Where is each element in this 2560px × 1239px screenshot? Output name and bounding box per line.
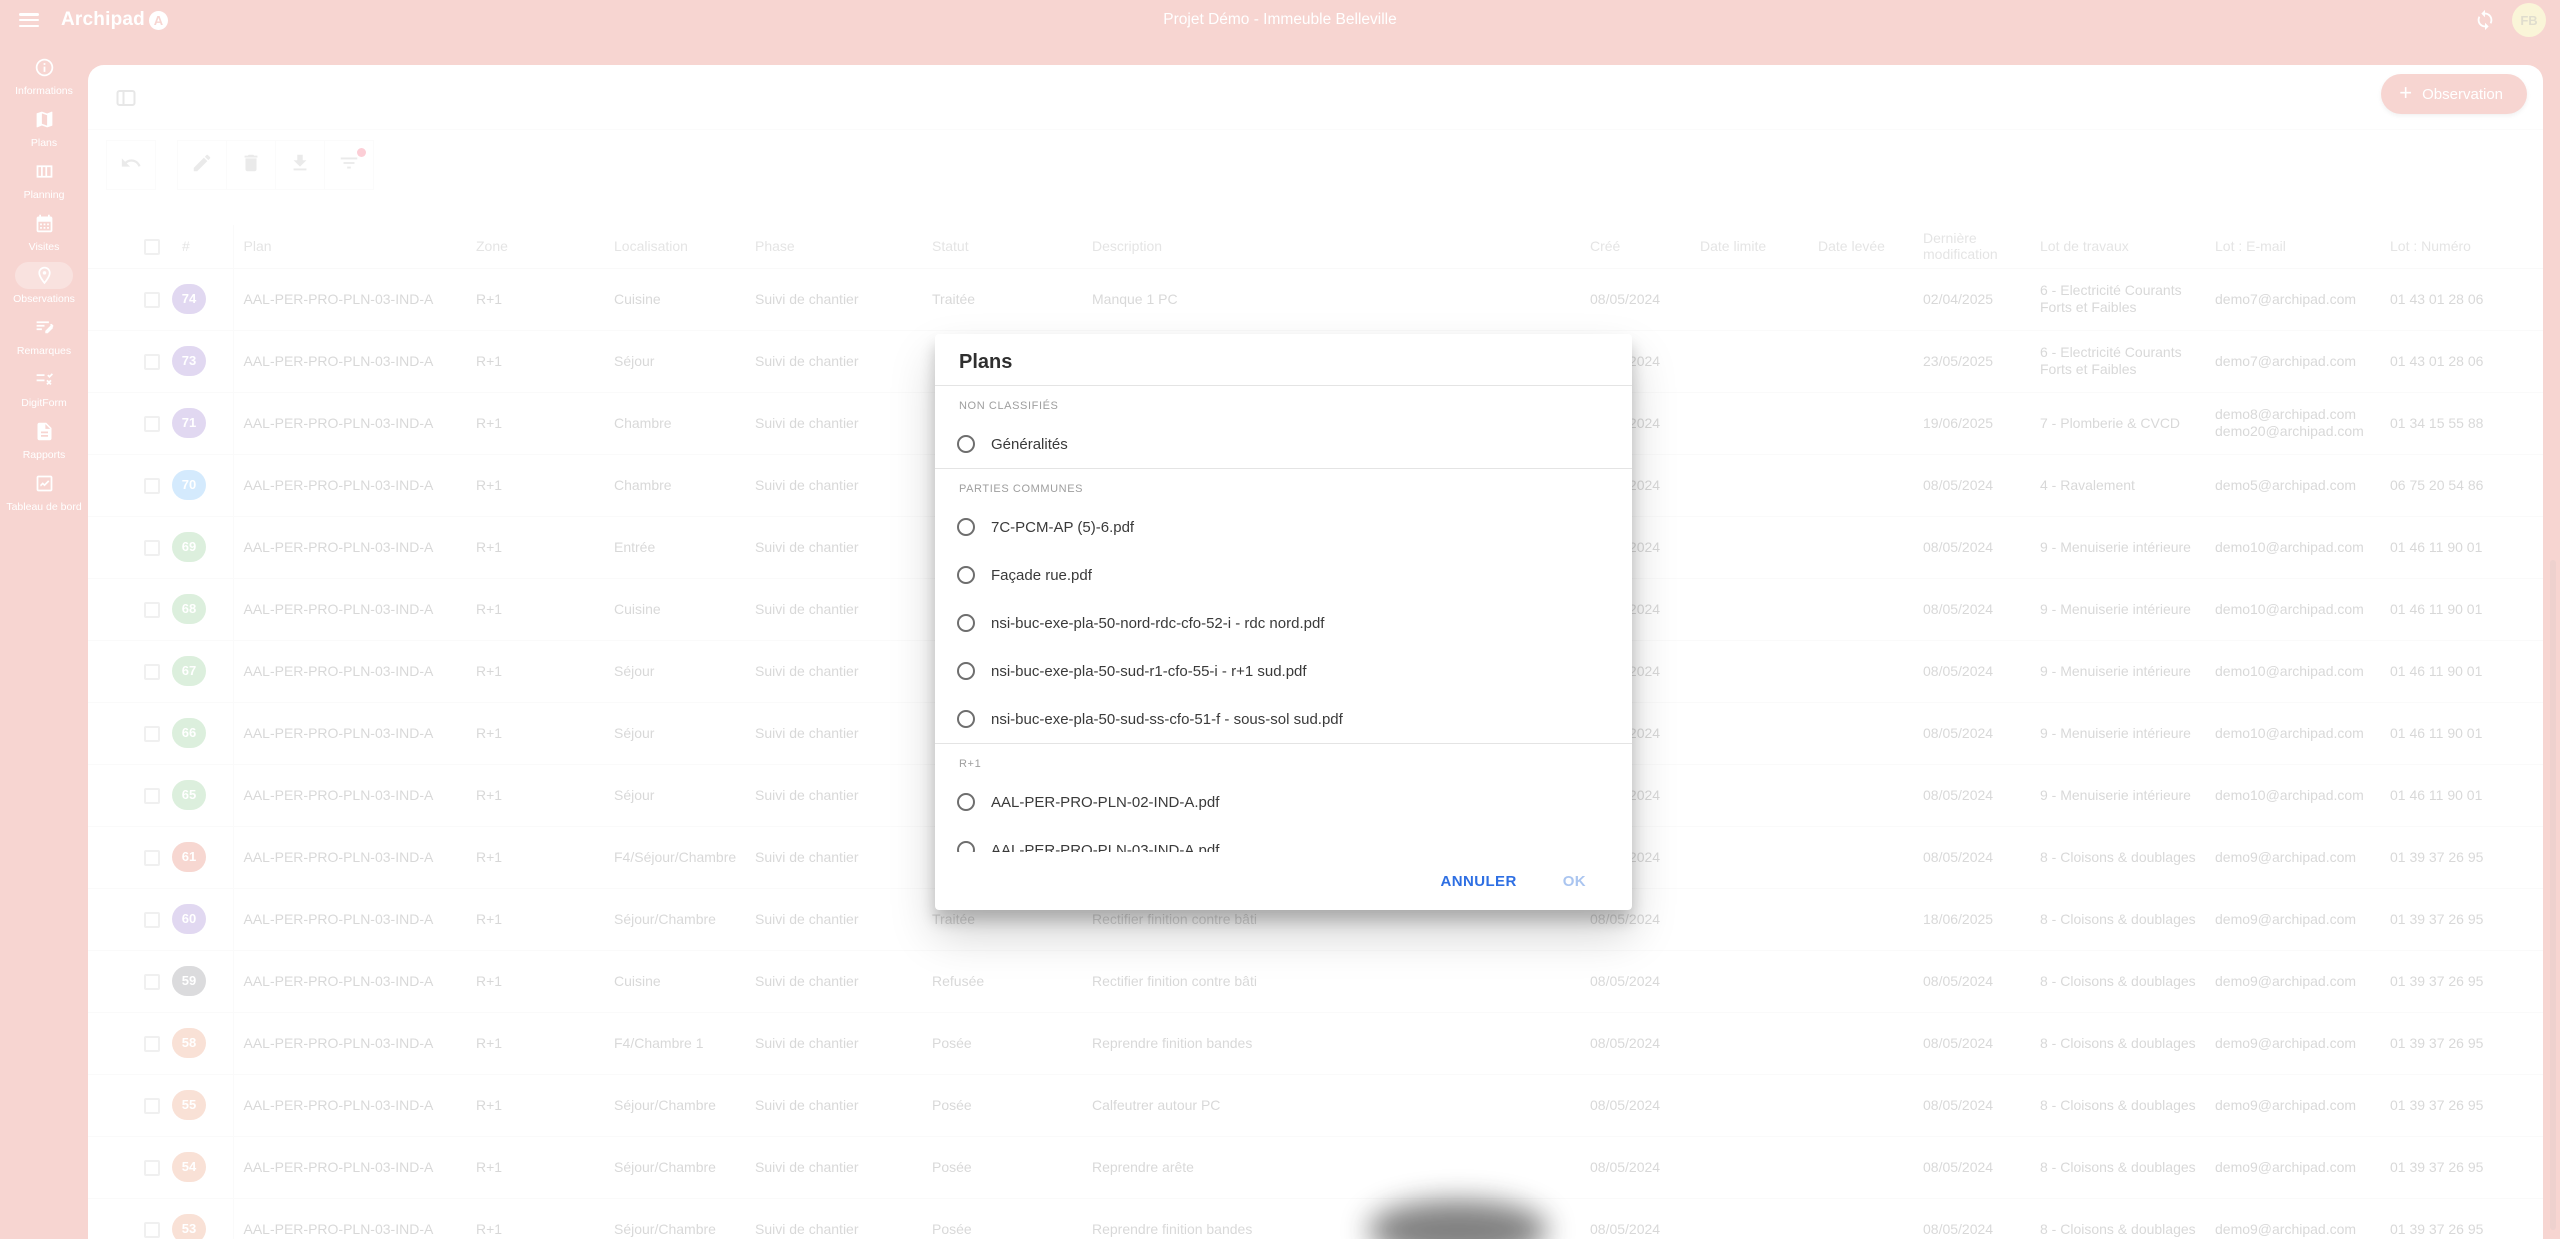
cancel-button[interactable]: ANNULER xyxy=(1441,873,1517,890)
radio-icon[interactable] xyxy=(957,435,975,453)
plan-section-label: R+1 xyxy=(935,744,1632,778)
dialog-footer: ANNULER OK xyxy=(935,852,1632,910)
radio-icon[interactable] xyxy=(957,793,975,811)
radio-icon[interactable] xyxy=(957,662,975,680)
radio-icon[interactable] xyxy=(957,841,975,852)
radio-icon[interactable] xyxy=(957,710,975,728)
plan-section-label: PARTIES COMMUNES xyxy=(935,469,1632,503)
plan-option-label: Façade rue.pdf xyxy=(991,567,1092,584)
radio-icon[interactable] xyxy=(957,566,975,584)
plan-option-label: nsi-buc-exe-pla-50-sud-ss-cfo-51-f - sou… xyxy=(991,711,1343,728)
plan-option-label: nsi-buc-exe-pla-50-sud-r1-cfo-55-i - r+1… xyxy=(991,663,1307,680)
ok-button[interactable]: OK xyxy=(1563,873,1586,890)
plan-option-label: nsi-buc-exe-pla-50-nord-rdc-cfo-52-i - r… xyxy=(991,615,1324,632)
plan-option-label: AAL-PER-PRO-PLN-02-IND-A.pdf xyxy=(991,794,1219,811)
plan-section-label: NON CLASSIFIÉS xyxy=(935,386,1632,420)
plan-option-label: Généralités xyxy=(991,436,1068,453)
plan-option[interactable]: nsi-buc-exe-pla-50-sud-r1-cfo-55-i - r+1… xyxy=(935,647,1632,695)
dialog-title: Plans xyxy=(935,334,1632,386)
plan-option[interactable]: Généralités xyxy=(935,420,1632,468)
plan-option[interactable]: AAL-PER-PRO-PLN-03-IND-A.pdf xyxy=(935,826,1632,852)
plan-option-label: 7C-PCM-AP (5)-6.pdf xyxy=(991,519,1134,536)
plan-option[interactable]: 7C-PCM-AP (5)-6.pdf xyxy=(935,503,1632,551)
plan-option[interactable]: Façade rue.pdf xyxy=(935,551,1632,599)
plan-option[interactable]: nsi-buc-exe-pla-50-nord-rdc-cfo-52-i - r… xyxy=(935,599,1632,647)
radio-icon[interactable] xyxy=(957,518,975,536)
plan-list: NON CLASSIFIÉS Généralités PARTIES COMMUNE… xyxy=(935,386,1632,852)
radio-icon[interactable] xyxy=(957,614,975,632)
plans-dialog: Plans NON CLASSIFIÉS Généralités PARTIES C… xyxy=(935,334,1632,910)
plan-option[interactable]: nsi-buc-exe-pla-50-sud-ss-cfo-51-f - sou… xyxy=(935,695,1632,743)
plan-option[interactable]: AAL-PER-PRO-PLN-02-IND-A.pdf xyxy=(935,778,1632,826)
plan-option-label: AAL-PER-PRO-PLN-03-IND-A.pdf xyxy=(991,842,1219,853)
